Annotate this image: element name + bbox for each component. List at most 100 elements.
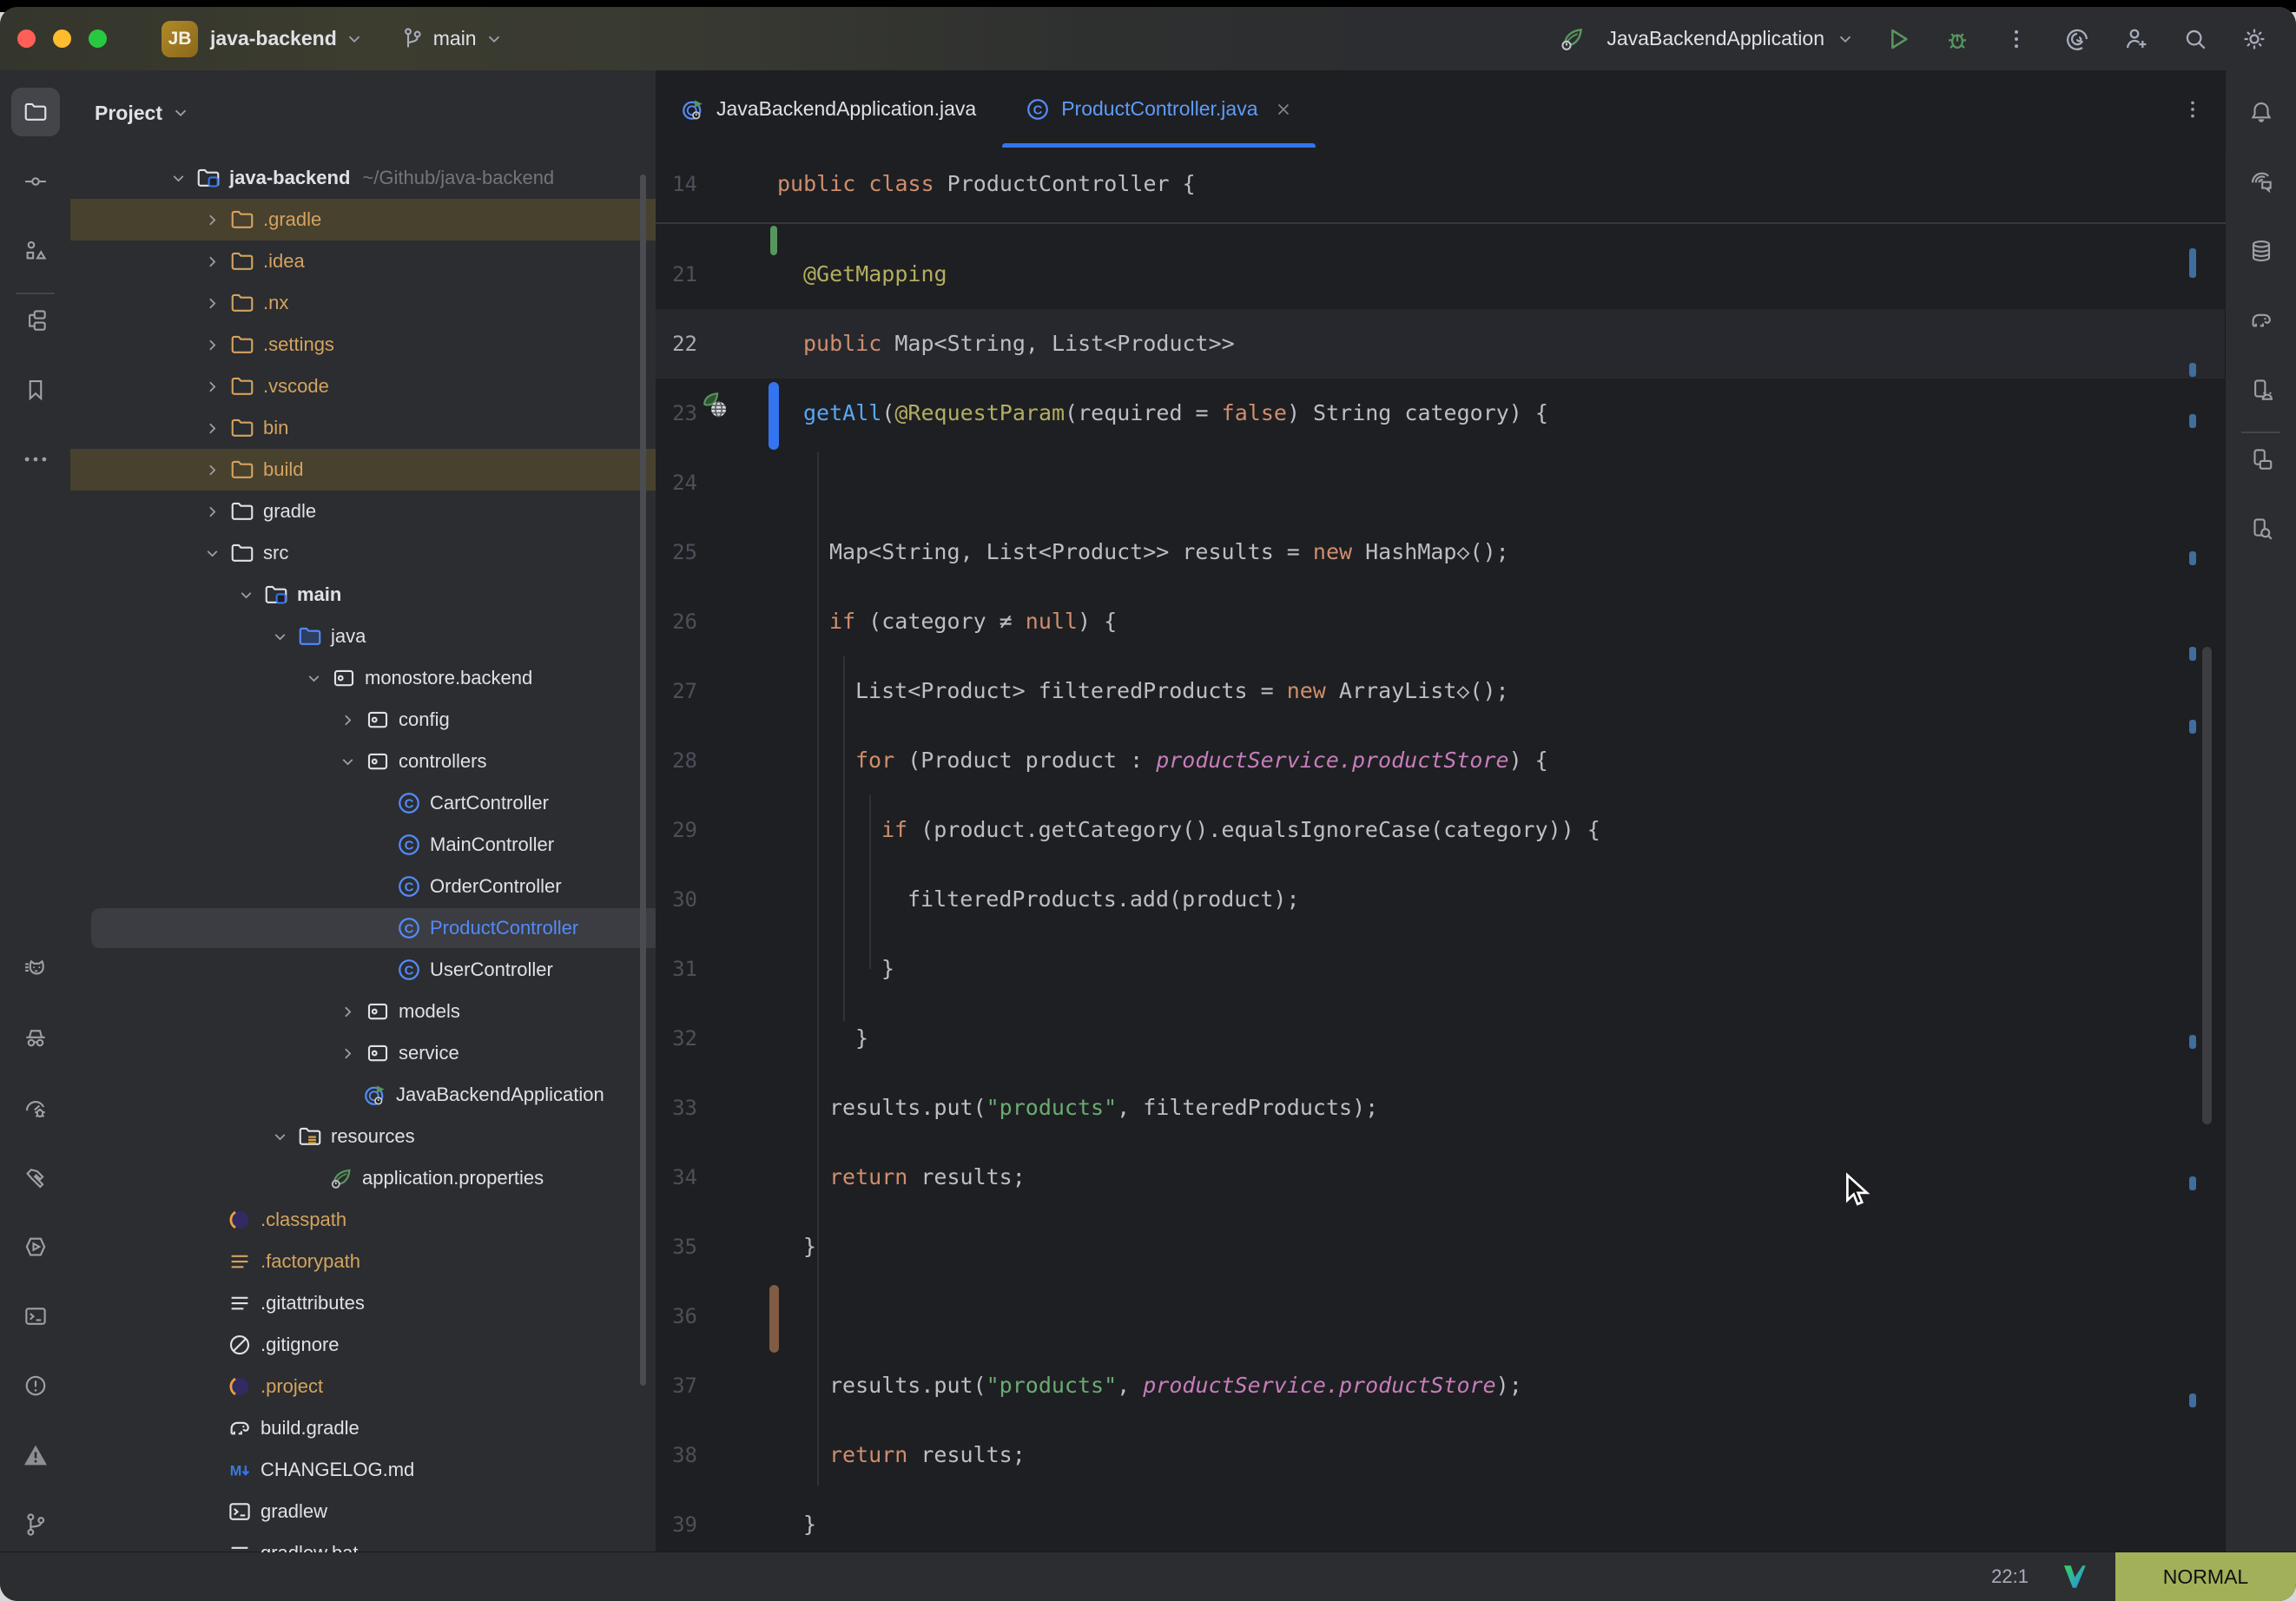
analysis-stripe-mark[interactable] — [2189, 551, 2196, 565]
structure-icon[interactable] — [11, 227, 60, 275]
tree-item-models[interactable]: models — [70, 991, 656, 1032]
branch-chevron-icon[interactable] — [485, 30, 504, 49]
git-branch-icon[interactable] — [11, 1500, 60, 1549]
tree-item-gradle[interactable]: gradle — [70, 491, 656, 532]
chevron-right-icon[interactable] — [195, 294, 229, 313]
code-line-28[interactable]: 28for (Product product : productService.… — [656, 726, 2226, 795]
code-line-31[interactable]: 31} — [656, 934, 2226, 1004]
branch-name[interactable]: main — [433, 27, 477, 50]
run-play-icon[interactable] — [1879, 20, 1917, 58]
problems-icon[interactable] — [11, 1361, 60, 1410]
tree-item-changelog-md[interactable]: MCHANGELOG.md — [70, 1449, 656, 1491]
code-line-38[interactable]: 38return results; — [656, 1420, 2226, 1490]
zoom-window-button[interactable] — [89, 30, 107, 48]
tree-item-bin[interactable]: bin — [70, 407, 656, 449]
terminal-icon[interactable] — [11, 1292, 60, 1341]
settings-gear-icon[interactable] — [2235, 20, 2273, 58]
code-line-22[interactable]: 22public Map<String, List<Product>> — [656, 309, 2226, 379]
tree-item-build[interactable]: build — [70, 449, 656, 491]
editor-area[interactable]: JavaBackendApplication.javaCProductContr… — [656, 70, 2226, 1552]
more-kebab-icon[interactable] — [1997, 20, 2035, 58]
chevron-right-icon[interactable] — [195, 336, 229, 354]
run-configuration-name[interactable]: JavaBackendApplication — [1607, 27, 1824, 50]
chevron-down-icon[interactable] — [161, 169, 195, 188]
analysis-stripe-mark[interactable] — [2189, 647, 2196, 661]
code-line-29[interactable]: 29if (product.getCategory().equalsIgnore… — [656, 795, 2226, 865]
tree-item-service[interactable]: service — [70, 1032, 656, 1074]
tree-item--gitattributes[interactable]: .gitattributes — [70, 1282, 656, 1324]
ai-assistant-icon[interactable] — [2058, 20, 2096, 58]
add-user-icon[interactable] — [2117, 20, 2155, 58]
tree-item-build-gradle[interactable]: build.gradle — [70, 1407, 656, 1449]
gradle-icon[interactable] — [2237, 296, 2286, 345]
ai-chat-icon[interactable] — [2237, 157, 2286, 206]
code-line-37[interactable]: 37results.put("products", productService… — [656, 1351, 2226, 1420]
tree-item-java[interactable]: java — [70, 616, 656, 657]
tree-item-javabackendapplication[interactable]: JavaBackendApplication — [70, 1074, 656, 1116]
chevron-down-icon[interactable] — [262, 1128, 297, 1146]
code-line-39[interactable]: 39} — [656, 1490, 2226, 1559]
tree-item-ordercontroller[interactable]: COrderController — [70, 866, 656, 907]
device-explorer-icon[interactable] — [2237, 504, 2286, 553]
sticky-line[interactable]: 14 public class ProductController { — [656, 148, 2226, 224]
line-column-indicator[interactable]: 22:1 — [1991, 1565, 2029, 1588]
bookmark-icon[interactable] — [11, 366, 60, 414]
vim-v-icon[interactable] — [2060, 1562, 2089, 1591]
tab-productcontroller-java[interactable]: CProductController.java — [1000, 70, 1316, 148]
code-line-23[interactable]: 23getAll(@RequestParam(required = false)… — [656, 379, 2226, 448]
tree-item--nx[interactable]: .nx — [70, 282, 656, 324]
tree-item-src[interactable]: src — [70, 532, 656, 574]
code-line-33[interactable]: 33results.put("products", filteredProduc… — [656, 1073, 2226, 1143]
chevron-right-icon[interactable] — [195, 461, 229, 479]
tree-item-config[interactable]: config — [70, 699, 656, 741]
notifications-bell-icon[interactable] — [2237, 88, 2286, 136]
chevron-down-icon[interactable] — [195, 544, 229, 563]
vim-mode-badge[interactable]: NORMAL — [2115, 1552, 2296, 1601]
chevron-right-icon[interactable] — [330, 1044, 365, 1063]
editor-scrollbar[interactable] — [2202, 647, 2212, 1124]
code-line-36[interactable]: 36 — [656, 1281, 2226, 1351]
close-window-button[interactable] — [17, 30, 36, 48]
tree-item--idea[interactable]: .idea — [70, 240, 656, 282]
code-line-30[interactable]: 30filteredProducts.add(product); — [656, 865, 2226, 934]
analysis-stripe-mark[interactable] — [2189, 1176, 2196, 1190]
code-line-27[interactable]: 27List<Product> filteredProducts = new A… — [656, 656, 2226, 726]
tree-item-gradlew-bat[interactable]: gradlew.bat — [70, 1532, 656, 1552]
analysis-stripe-mark[interactable] — [2189, 414, 2196, 428]
tree-item--gitignore[interactable]: .gitignore — [70, 1324, 656, 1366]
chevron-right-icon[interactable] — [195, 503, 229, 521]
project-folder-icon[interactable] — [11, 88, 60, 136]
analysis-stripe-mark[interactable] — [2189, 1393, 2196, 1407]
project-panel-header[interactable]: Project — [95, 92, 190, 134]
project-name[interactable]: java-backend — [210, 27, 337, 50]
tree-item-productcontroller[interactable]: CProductController — [70, 907, 656, 949]
analysis-stripe-mark[interactable] — [2189, 1035, 2196, 1049]
chevron-right-icon[interactable] — [330, 711, 365, 729]
tree-item--gradle[interactable]: .gradle — [70, 199, 656, 240]
running-devices-icon[interactable] — [2237, 435, 2286, 484]
tab-javabackendapplication-java[interactable]: JavaBackendApplication.java — [656, 70, 1000, 148]
tree-item--factorypath[interactable]: .factorypath — [70, 1241, 656, 1282]
chevron-right-icon[interactable] — [195, 378, 229, 396]
debug-bug-icon[interactable] — [1938, 20, 1976, 58]
tree-item-application-properties[interactable]: application.properties — [70, 1157, 656, 1199]
chevron-down-icon[interactable] — [330, 753, 365, 771]
tree-item-monostore-backend[interactable]: monostore.backend — [70, 657, 656, 699]
tree-item--vscode[interactable]: .vscode — [70, 366, 656, 407]
analysis-stripe-mark[interactable] — [2189, 363, 2196, 377]
tree-item--classpath[interactable]: .classpath — [70, 1199, 656, 1241]
run-config-chevron-icon[interactable] — [1836, 30, 1855, 49]
tree-item--settings[interactable]: .settings — [70, 324, 656, 366]
project-chevron-icon[interactable] — [345, 30, 364, 49]
database-icon[interactable] — [2237, 227, 2286, 275]
chevron-down-icon[interactable] — [262, 628, 297, 646]
tree-scrollbar[interactable] — [640, 175, 646, 1386]
commit-icon[interactable] — [11, 157, 60, 206]
chevron-right-icon[interactable] — [195, 253, 229, 271]
chevron-right-icon[interactable] — [195, 211, 229, 229]
code-line-21[interactable]: 21@GetMapping — [656, 240, 2226, 309]
analysis-stripe-mark[interactable] — [2189, 248, 2196, 278]
close-icon[interactable] — [1274, 100, 1293, 119]
endpoint-globe-icon[interactable] — [701, 391, 730, 420]
tree-item-cartcontroller[interactable]: CCartController — [70, 782, 656, 824]
